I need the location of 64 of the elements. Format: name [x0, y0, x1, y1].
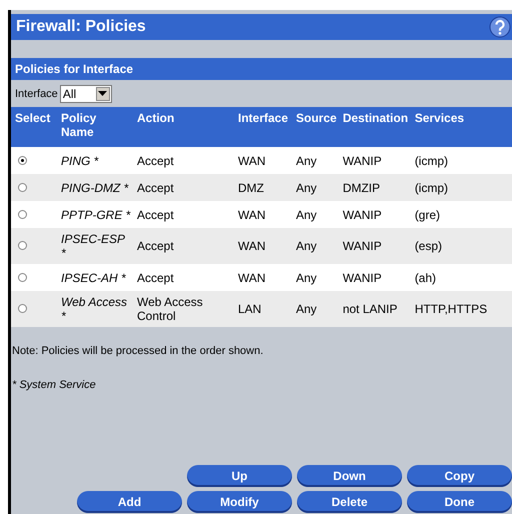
- action-button[interactable]: Up: [187, 465, 292, 487]
- filter-label: Interface: [15, 88, 58, 100]
- table-cell: Accept: [137, 239, 174, 253]
- action-button[interactable]: Add: [77, 491, 182, 513]
- table-cell: HTTP,HTTPS: [414, 302, 488, 316]
- table-cell: not LANIP: [342, 302, 398, 316]
- column-header: Select: [15, 111, 50, 125]
- table-cell: (icmp): [414, 154, 448, 168]
- radio-button[interactable]: [18, 272, 27, 282]
- radio-button[interactable]: [18, 304, 27, 313]
- action-button[interactable]: Copy: [407, 465, 512, 487]
- section-title: Policies for Interface: [15, 62, 134, 76]
- action-button[interactable]: Done: [407, 491, 512, 513]
- table-cell: DMZIP: [342, 180, 380, 194]
- note-text: Note: Policies will be processed in the order shown.: [11, 345, 264, 357]
- radio-button[interactable]: [18, 156, 27, 164]
- column-header: Action: [137, 111, 174, 125]
- column-header: Destination: [342, 111, 408, 125]
- radio-button[interactable]: [18, 210, 27, 218]
- table-cell: Any: [296, 154, 317, 168]
- table-cell: Accept: [137, 180, 174, 194]
- table-cell: Web Access Control: [137, 295, 203, 323]
- table-cell: (gre): [414, 208, 440, 222]
- table-cell: (ah): [414, 270, 436, 284]
- table-cell: Any: [296, 270, 317, 284]
- table-cell: WAN: [238, 239, 266, 253]
- action-button[interactable]: Modify: [187, 491, 292, 513]
- action-button[interactable]: Down: [297, 465, 402, 487]
- policy-name: PPTP-GRE *: [61, 208, 130, 222]
- table-cell: Any: [296, 180, 317, 194]
- table-cell: WAN: [238, 154, 266, 168]
- table-cell: WAN: [238, 270, 266, 284]
- column-header: Interface: [238, 111, 288, 125]
- policy-name: IPSEC-ESP *: [61, 232, 125, 260]
- table-cell: LAN: [238, 302, 262, 316]
- table-cell: WAN: [238, 208, 266, 222]
- table-cell: WANIP: [342, 270, 382, 284]
- table-cell: Any: [296, 239, 317, 253]
- column-header: Policy Name: [61, 111, 96, 139]
- dropdown-arrow-icon: [98, 90, 108, 96]
- table-cell: WANIP: [342, 208, 382, 222]
- table-cell: Any: [296, 302, 317, 316]
- help-icon[interactable]: [489, 16, 511, 38]
- table-cell: Any: [296, 208, 317, 222]
- policy-name: PING-DMZ *: [61, 180, 128, 194]
- table-cell: Accept: [137, 270, 174, 284]
- policy-name: Web Access *: [61, 295, 128, 323]
- radio-button[interactable]: [18, 241, 27, 250]
- policy-name: PING *: [61, 154, 98, 168]
- window-title: Firewall: Policies: [16, 18, 146, 36]
- table-cell: WANIP: [342, 154, 382, 168]
- table-cell: (esp): [414, 239, 442, 253]
- table-cell: Accept: [137, 208, 174, 222]
- interface-dropdown[interactable]: All: [60, 84, 112, 102]
- radio-button[interactable]: [18, 182, 27, 192]
- action-button[interactable]: Delete: [297, 491, 402, 513]
- table-cell: DMZ: [238, 180, 264, 194]
- legend-text: * System Service: [11, 379, 97, 391]
- policy-name: IPSEC-AH *: [61, 270, 126, 284]
- table-cell: WANIP: [342, 239, 382, 253]
- column-header: Source: [296, 111, 337, 125]
- column-header: Services: [414, 111, 464, 125]
- table-cell: Accept: [137, 154, 174, 168]
- table-cell: (icmp): [414, 180, 448, 194]
